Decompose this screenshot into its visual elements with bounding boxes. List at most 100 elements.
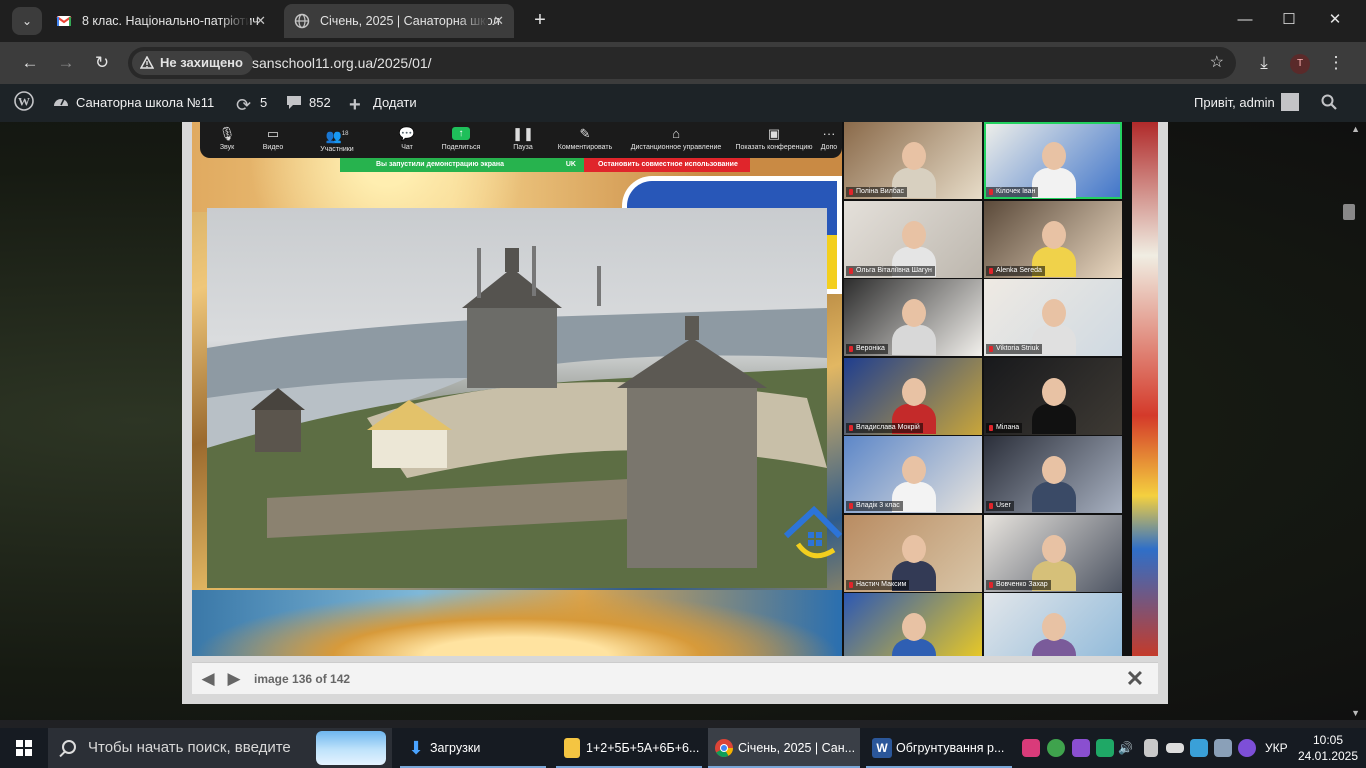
- comments-count: 852: [309, 95, 331, 110]
- wp-comments[interactable]: 852: [285, 84, 331, 122]
- search-icon: [1321, 94, 1337, 110]
- tray-torrent-icon[interactable]: [1047, 739, 1065, 757]
- tray-network-app-icon[interactable]: [1190, 739, 1208, 757]
- scrollbar-thumb[interactable]: [1343, 204, 1355, 220]
- back-button[interactable]: ←: [15, 48, 45, 78]
- viber-icon[interactable]: [1238, 739, 1256, 757]
- participant-video-tile[interactable]: Владислава Мокрій: [844, 357, 982, 435]
- participant-video-tile[interactable]: Мілана: [984, 357, 1122, 435]
- wp-add-new[interactable]: + Додати: [349, 84, 417, 122]
- participant-name-label: User: [986, 501, 1014, 511]
- taskbar-app-downloads[interactable]: ⬇ Загрузки: [400, 728, 546, 768]
- participant-video-tile[interactable]: Alenka Sereda: [984, 200, 1122, 278]
- participant-video-tile[interactable]: Вовченко Захар: [984, 514, 1122, 592]
- network-icon[interactable]: [1214, 739, 1232, 757]
- close-window-button[interactable]: ✕: [1312, 0, 1358, 40]
- language-indicator[interactable]: УКР: [1265, 728, 1288, 768]
- participant-video-tile[interactable]: Дана Мойсеєнко: [984, 593, 1122, 656]
- reload-button[interactable]: ↻: [87, 48, 117, 78]
- zoom-more-button[interactable]: ··· Допо: [814, 124, 844, 152]
- tab-search-button[interactable]: ⌄: [12, 7, 42, 35]
- taskbar-app-word[interactable]: W Обгрунтування р...: [866, 728, 1012, 768]
- add-new-label: Додати: [373, 95, 417, 110]
- participant-video: [1032, 456, 1076, 512]
- close-icon[interactable]: ✕: [493, 4, 504, 38]
- participant-video: [892, 299, 936, 355]
- participant-video-tile[interactable]: Владислав Ільїн: [844, 593, 982, 656]
- participant-video: [1032, 613, 1076, 656]
- address-bar[interactable]: Не захищено sanschool11.org.ua/2025/01/ …: [128, 47, 1236, 79]
- participant-video-tile[interactable]: Настич Максим: [844, 514, 982, 592]
- zoom-video-button[interactable]: ▭ Видео: [238, 124, 308, 152]
- taskbar-app-folder[interactable]: 1+2+5Б+5А+6Б+6...: [556, 728, 702, 768]
- zoom-remote-control-button[interactable]: ⌂ Дистанционное управление: [620, 124, 732, 152]
- participant-video-tile[interactable]: Поліна Вилбас: [844, 122, 982, 199]
- wp-updates[interactable]: ⟳ 5: [236, 84, 267, 122]
- wp-search-button[interactable]: [1320, 84, 1344, 122]
- zoom-participant-gallery: Поліна Вилбас Кілочек Іван Ольга Віталіївн…: [842, 122, 1132, 656]
- participant-video-tile[interactable]: Владік 3 клас: [844, 436, 982, 513]
- fortress-photo: [207, 208, 827, 588]
- warning-icon: [140, 56, 154, 69]
- participant-video-tile[interactable]: Ольга Віталіївна Шагун: [844, 200, 982, 278]
- bookmark-star-icon[interactable]: ☆: [1210, 47, 1224, 79]
- school-logo-icon: [783, 505, 842, 559]
- system-clock[interactable]: 10:05 24.01.2025: [1296, 732, 1360, 764]
- zoom-toolbar-label: Пауза: [513, 144, 533, 151]
- downloads-button[interactable]: ⤓: [1249, 48, 1279, 78]
- minimize-icon: —: [1237, 11, 1253, 28]
- scroll-down-arrow[interactable]: ▼: [1351, 708, 1360, 718]
- camera-icon: ▭: [266, 126, 280, 141]
- tab-gmail[interactable]: 8 клас. Національно-патріотич ✕: [46, 4, 276, 38]
- tray-device-icon[interactable]: [1144, 739, 1158, 757]
- share-language[interactable]: UK: [566, 158, 576, 172]
- tab-sanschool[interactable]: Січень, 2025 | Санаторна школ ✕: [284, 4, 514, 38]
- taskbar-app-chrome[interactable]: Січень, 2025 | Сан...: [708, 728, 860, 768]
- battery-icon[interactable]: [1166, 743, 1184, 753]
- zoom-show-meeting-button[interactable]: ▣ Показать конференцию: [726, 124, 822, 152]
- mouse-icon: ⌂: [672, 126, 680, 141]
- participant-name-label: Поліна Вилбас: [846, 187, 908, 197]
- forward-button[interactable]: →: [51, 48, 81, 78]
- image-counter: image 136 of 142: [254, 672, 351, 686]
- dashboard-icon: [54, 98, 68, 106]
- zoom-participants-button[interactable]: 👥18 Участники: [302, 124, 372, 155]
- close-icon[interactable]: ✕: [255, 4, 266, 38]
- volume-icon[interactable]: 🔊: [1118, 728, 1133, 768]
- tray-app-icon[interactable]: [1096, 739, 1114, 757]
- minimize-button[interactable]: —: [1222, 0, 1268, 40]
- profile-avatar[interactable]: T: [1290, 54, 1310, 74]
- participant-video-tile[interactable]: User: [984, 436, 1122, 513]
- zoom-toolbar-label: Участники: [320, 146, 354, 154]
- maximize-icon: ☐: [1282, 11, 1296, 28]
- participant-video-tile[interactable]: Вероніка: [844, 279, 982, 356]
- browser-menu-button[interactable]: ⋮: [1321, 48, 1351, 78]
- zoom-share-button[interactable]: ↑ Поделиться: [426, 124, 496, 152]
- maximize-button[interactable]: ☐: [1266, 0, 1312, 40]
- tray-app-icon[interactable]: [1022, 739, 1040, 757]
- search-highlight-image: [316, 731, 386, 765]
- participant-video-tile[interactable]: Viktoria Striuk: [984, 279, 1122, 356]
- wp-logo-button[interactable]: W: [14, 84, 40, 122]
- stop-share-button[interactable]: Остановить совместное использование: [584, 158, 750, 172]
- scroll-up-arrow[interactable]: ▲: [1351, 124, 1360, 134]
- url-text[interactable]: sanschool11.org.ua/2025/01/: [252, 47, 432, 79]
- next-image-button[interactable]: ▶: [224, 669, 244, 689]
- taskbar-search-box[interactable]: Чтобы начать поиск, введите: [48, 728, 392, 768]
- pause-icon: ❚❚: [512, 126, 534, 141]
- wp-site-name[interactable]: Санаторна школа №11: [52, 84, 214, 122]
- site-security-chip[interactable]: Не захищено: [132, 51, 253, 75]
- close-lightbox-button[interactable]: ✕: [1124, 668, 1146, 690]
- wp-account-menu[interactable]: Привіт, admin: [1194, 84, 1299, 122]
- new-tab-button[interactable]: +: [526, 6, 554, 34]
- participant-name-label: Вовченко Захар: [986, 579, 1051, 590]
- zoom-annotate-button[interactable]: ✎ Комментировать: [550, 124, 620, 152]
- start-button[interactable]: [0, 728, 48, 768]
- taskbar-app-label: Обгрунтування р...: [896, 741, 1005, 755]
- tray-feather-icon[interactable]: [1072, 739, 1090, 757]
- prev-image-button[interactable]: ◀: [198, 669, 218, 689]
- zoom-toolbar-label: Дистанционное управление: [630, 144, 722, 151]
- participant-video-tile[interactable]: Кілочек Іван: [984, 122, 1122, 199]
- zoom-pause-button[interactable]: ❚❚ Пауза: [488, 124, 558, 152]
- more-icon: ···: [822, 126, 836, 141]
